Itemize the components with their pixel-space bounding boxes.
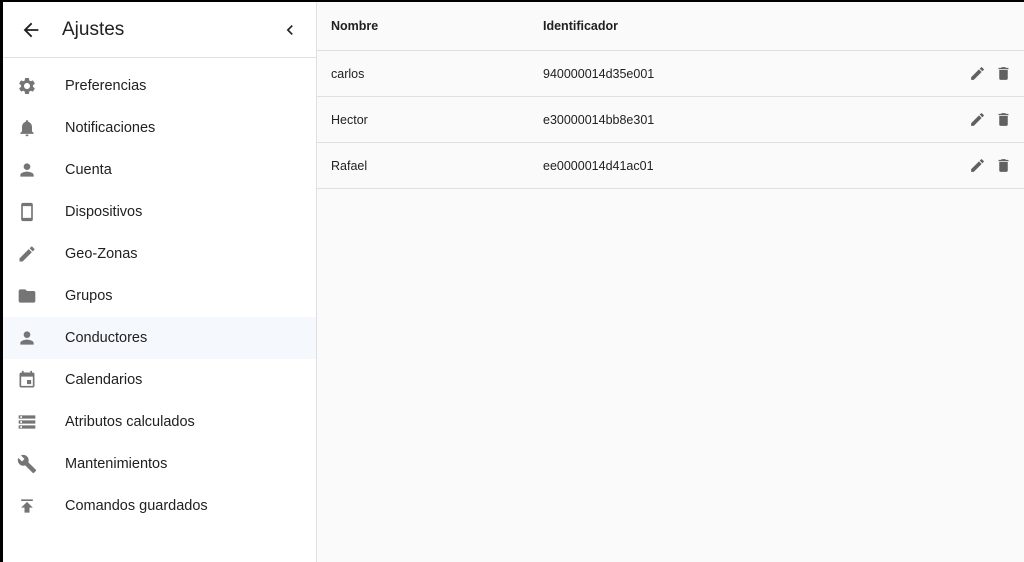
delete-icon[interactable] — [992, 63, 1014, 85]
sidebar-item-cuenta[interactable]: Cuenta — [3, 149, 316, 191]
edit-icon[interactable] — [966, 109, 988, 131]
sidebar-item-label: Dispositivos — [65, 204, 143, 220]
storage-icon — [16, 411, 38, 433]
delete-icon[interactable] — [992, 155, 1014, 177]
cell-identifier: 940000014d35e001 — [543, 66, 655, 81]
table-header: Nombre Identificador — [317, 2, 1024, 51]
settings-app: Ajustes Preferencias Notificaciones Cuen… — [3, 2, 1024, 562]
settings-sidebar: Ajustes Preferencias Notificaciones Cuen… — [3, 2, 317, 562]
sidebar-item-comandos-guardados[interactable]: Comandos guardados — [3, 485, 316, 527]
cell-identifier: e30000014bb8e301 — [543, 112, 655, 127]
sidebar-item-label: Comandos guardados — [65, 498, 208, 514]
cell-name: Hector — [331, 112, 368, 127]
cell-identifier: ee0000014d41ac01 — [543, 158, 654, 173]
column-header-identifier[interactable]: Identificador — [543, 19, 1024, 33]
person-icon — [16, 327, 38, 349]
column-header-name[interactable]: Nombre — [317, 19, 543, 33]
bell-icon — [16, 117, 38, 139]
edit-icon[interactable] — [966, 63, 988, 85]
settings-menu: Preferencias Notificaciones Cuenta Dispo… — [3, 58, 316, 527]
sidebar-header: Ajustes — [3, 2, 316, 58]
edit-icon[interactable] — [966, 155, 988, 177]
table-row: Rafael ee0000014d41ac01 — [317, 143, 1024, 189]
sidebar-item-notificaciones[interactable]: Notificaciones — [3, 107, 316, 149]
sidebar-item-mantenimientos[interactable]: Mantenimientos — [3, 443, 316, 485]
sidebar-title: Ajustes — [62, 18, 125, 40]
sidebar-item-conductores[interactable]: Conductores — [3, 317, 316, 359]
sidebar-item-label: Mantenimientos — [65, 456, 168, 472]
row-actions — [962, 63, 1024, 85]
sidebar-item-geo-zonas[interactable]: Geo-Zonas — [3, 233, 316, 275]
sidebar-item-label: Cuenta — [65, 162, 112, 178]
sidebar-item-preferencias[interactable]: Preferencias — [3, 65, 316, 107]
table-row: Hector e30000014bb8e301 — [317, 97, 1024, 143]
sidebar-item-calendarios[interactable]: Calendarios — [3, 359, 316, 401]
row-actions — [962, 109, 1024, 131]
sidebar-item-label: Atributos calculados — [65, 414, 195, 430]
publish-icon — [16, 495, 38, 517]
cell-name: Rafael — [331, 158, 368, 173]
sidebar-item-dispositivos[interactable]: Dispositivos — [3, 191, 316, 233]
gear-icon — [16, 75, 38, 97]
pencil-icon — [16, 243, 38, 265]
sidebar-item-label: Preferencias — [65, 78, 147, 94]
back-arrow-icon[interactable] — [17, 16, 45, 44]
sidebar-item-label: Geo-Zonas — [65, 246, 138, 262]
row-actions — [962, 155, 1024, 177]
delete-icon[interactable] — [992, 109, 1014, 131]
sidebar-item-label: Calendarios — [65, 372, 143, 388]
sidebar-item-label: Notificaciones — [65, 120, 156, 136]
sidebar-item-grupos[interactable]: Grupos — [3, 275, 316, 317]
wrench-icon — [16, 453, 38, 475]
folder-icon — [16, 285, 38, 307]
sidebar-item-label: Grupos — [65, 288, 113, 304]
cell-name: carlos — [331, 66, 365, 81]
smartphone-icon — [16, 201, 38, 223]
drivers-table: Nombre Identificador carlos 940000014d35… — [317, 2, 1024, 562]
person-icon — [16, 159, 38, 181]
calendar-icon — [16, 369, 38, 391]
chevron-left-icon[interactable] — [276, 16, 304, 44]
sidebar-item-atributos-calculados[interactable]: Atributos calculados — [3, 401, 316, 443]
sidebar-item-label: Conductores — [65, 330, 148, 346]
table-row: carlos 940000014d35e001 — [317, 51, 1024, 97]
